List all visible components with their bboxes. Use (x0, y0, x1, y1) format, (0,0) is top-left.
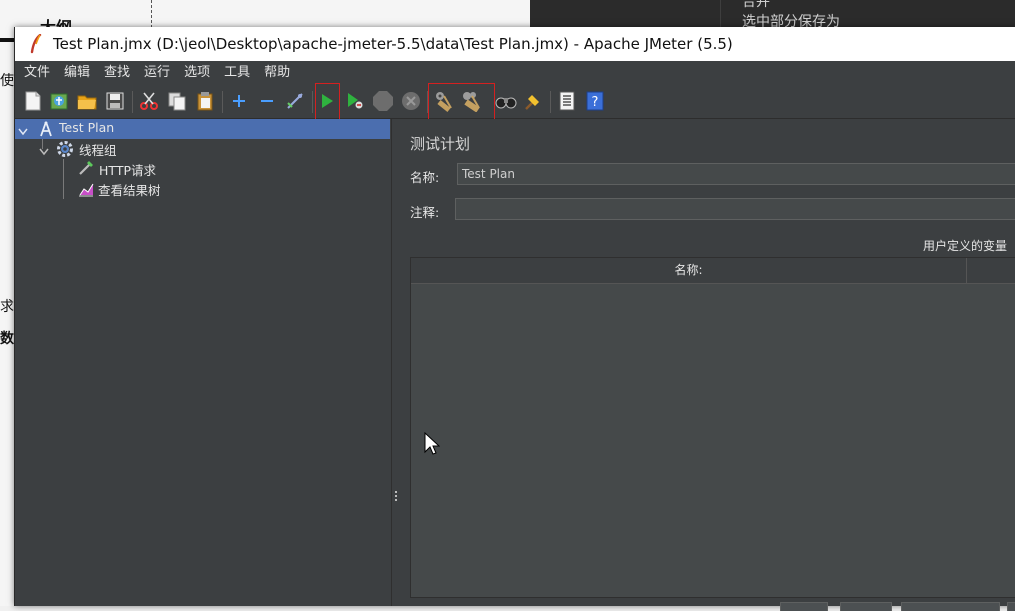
tree-node-test-plan[interactable]: Test Plan (15, 119, 390, 139)
mouse-cursor-icon (424, 431, 441, 460)
clear-icon[interactable] (432, 89, 456, 113)
delete-button[interactable] (901, 602, 1000, 611)
user-vars-label: 用户定义的变量 (923, 239, 1008, 253)
toolbar-separator (222, 91, 223, 113)
window-title: Test Plan.jmx (D:\jeol\Desktop\apache-jm… (53, 35, 733, 53)
shutdown-icon[interactable] (399, 89, 423, 113)
name-label: 名称: (410, 170, 440, 185)
tree-node-label: Test Plan (59, 120, 115, 135)
up-button[interactable] (1007, 602, 1015, 611)
column-header-name[interactable]: 名称: (411, 258, 966, 283)
tree-node-label: 查看结果树 (98, 183, 161, 198)
menu-help[interactable]: 帮助 (259, 62, 295, 84)
reset-search-icon[interactable] (521, 89, 545, 113)
grip-dot (395, 495, 397, 497)
test-plan-icon (39, 121, 53, 140)
menu-search[interactable]: 查找 (99, 62, 135, 84)
comment-label: 注释: (410, 205, 440, 220)
start-icon[interactable] (315, 89, 339, 113)
menu-bar: 文件 编辑 查找 运行 选项 工具 帮助 (15, 62, 1015, 84)
expand-icon[interactable] (227, 89, 251, 113)
menu-file[interactable]: 文件 (19, 62, 55, 84)
grip-dot (395, 491, 397, 493)
jmeter-window: Test Plan.jmx (D:\jeol\Desktop\apache-jm… (14, 27, 1015, 611)
name-input[interactable]: Test Plan (457, 163, 1015, 185)
bg-divider (720, 0, 721, 30)
bg-mark (0, 38, 14, 42)
save-icon[interactable] (103, 89, 127, 113)
add-from-clipboard-button[interactable] (840, 602, 892, 611)
collapse-icon[interactable] (255, 89, 279, 113)
toggle-icon[interactable] (283, 89, 307, 113)
chevron-down-icon[interactable] (39, 144, 49, 159)
toolbar-separator (312, 91, 313, 113)
test-plan-tree: Test Plan 线程组 HTTP请求 查看结果树 (15, 119, 390, 606)
column-divider (966, 258, 967, 283)
clear-all-icon[interactable] (460, 89, 484, 113)
start-no-pause-icon[interactable] (343, 89, 367, 113)
function-helper-icon[interactable] (555, 89, 579, 113)
chevron-down-icon[interactable] (18, 124, 28, 139)
user-vars-table[interactable]: 名称: (410, 257, 1015, 598)
bg-text-fragment: 数 (0, 331, 14, 347)
tree-node-label: HTTP请求 (99, 163, 156, 178)
title-bar[interactable]: Test Plan.jmx (D:\jeol\Desktop\apache-jm… (15, 27, 1015, 61)
bg-menu-text: 合并 (742, 0, 770, 10)
grip-dot (395, 499, 397, 501)
pipette-icon (77, 159, 95, 180)
menu-tools[interactable]: 工具 (219, 62, 255, 84)
menu-options[interactable]: 选项 (179, 62, 215, 84)
templates-icon[interactable] (47, 89, 71, 113)
gear-icon (56, 140, 74, 161)
toolbar: ? (15, 83, 1015, 120)
bg-text-fragment: 使 (0, 73, 14, 89)
tree-line (63, 159, 64, 199)
help-icon[interactable]: ? (583, 89, 607, 113)
toolbar-separator (132, 91, 133, 113)
copy-icon[interactable] (165, 89, 189, 113)
menu-edit[interactable]: 编辑 (59, 62, 95, 84)
table-header: 名称: (411, 258, 1015, 284)
menu-run[interactable]: 运行 (139, 62, 175, 84)
panel-title: 测试计划 (410, 135, 471, 153)
add-button[interactable] (780, 602, 828, 611)
bg-dashed-line (151, 0, 152, 28)
stop-icon[interactable] (371, 89, 395, 113)
test-plan-panel: 测试计划 名称: Test Plan 注释: 用户定义的变量 名称: (400, 119, 1015, 611)
search-icon[interactable] (494, 89, 518, 113)
cut-icon[interactable] (137, 89, 161, 113)
tree-node-label: 线程组 (79, 143, 117, 158)
bg-text-fragment: 求 (0, 299, 14, 315)
svg-text:?: ? (592, 95, 599, 110)
jmeter-feather-icon (25, 33, 47, 55)
comment-input[interactable] (455, 198, 1015, 220)
open-icon[interactable] (75, 89, 99, 113)
toolbar-separator (550, 91, 551, 113)
background-window: 合并 选中部分保存为 (530, 0, 1015, 30)
chart-icon (77, 180, 95, 201)
new-icon[interactable] (21, 89, 45, 113)
paste-icon[interactable] (193, 89, 217, 113)
